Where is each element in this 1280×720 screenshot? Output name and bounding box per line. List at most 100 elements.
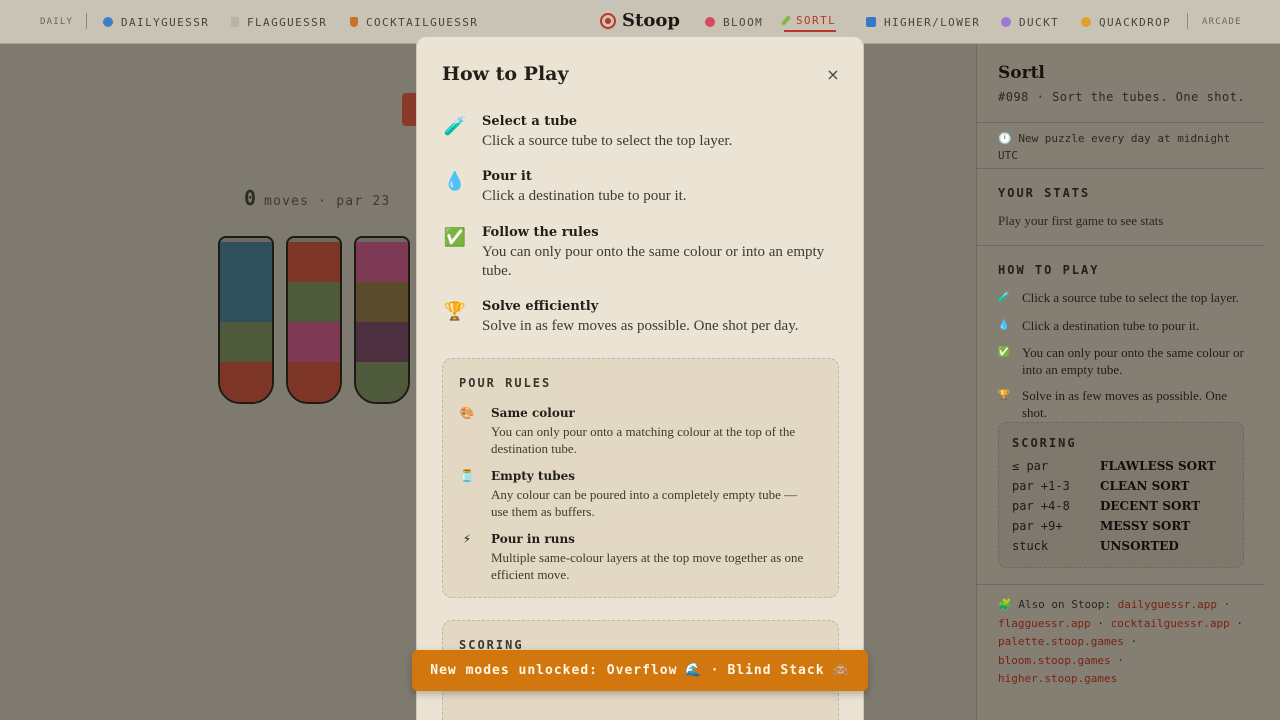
link-palette[interactable]: palette.stoop.games xyxy=(998,635,1124,648)
tube-layer xyxy=(220,282,272,322)
also-on-stoop: 🧩 Also on Stoop: dailyguessr.app · flagg… xyxy=(998,598,1244,686)
rule-title: Empty tubes xyxy=(491,469,575,483)
nav-item-flagguessr[interactable]: FLAGGUESSR xyxy=(231,14,327,30)
rule-empty-tubes: 🫙 Empty tubes Any colour can be poured i… xyxy=(459,468,813,520)
nav-item-label: HIGHER/LOWER xyxy=(884,15,981,29)
nav-item-quackdrop[interactable]: QUACKDROP xyxy=(1081,14,1171,30)
also-prefix: 🧩 Also on Stoop: xyxy=(998,598,1112,611)
tube-layer xyxy=(220,362,272,402)
nav-item-dailyguessr[interactable]: DAILYGUESSR xyxy=(103,14,209,30)
tube-layer xyxy=(356,362,408,402)
nav-item-duckt[interactable]: DUCKT xyxy=(1001,14,1059,30)
tube[interactable] xyxy=(218,236,274,404)
test-tube-icon: 🧪 xyxy=(443,115,467,137)
rule-title: Same colour xyxy=(491,406,575,420)
sidebar-note: 🕛 New puzzle every day at midnight UTC xyxy=(998,132,1231,162)
brand-logo[interactable]: Stoop xyxy=(600,10,680,31)
stats-section xyxy=(977,169,1265,246)
globe-icon xyxy=(103,17,113,27)
scoring-heading: SCORING xyxy=(1012,436,1077,450)
nav-arcade-link[interactable]: ARCADE xyxy=(1202,14,1242,30)
link-cocktailguessr[interactable]: cocktailguessr.app xyxy=(1111,617,1230,630)
flag-icon xyxy=(231,17,239,27)
scoring-value: CLEAN SORT xyxy=(1100,479,1190,493)
scoring-key: par +4-8 xyxy=(1012,499,1070,513)
wave-icon: 🌊 xyxy=(685,663,703,678)
sidebar-header xyxy=(977,44,1265,123)
link-flagguessr[interactable]: flagguessr.app xyxy=(998,617,1091,630)
link-higher[interactable]: higher.stoop.games xyxy=(998,672,1117,685)
cocktail-icon xyxy=(350,17,358,27)
trophy-icon: 🏆 xyxy=(997,389,1011,401)
duck-icon xyxy=(1001,17,1011,27)
sidebar-step-desc: You can only pour onto the same colour o… xyxy=(1022,345,1244,377)
nav-item-label: SORTL xyxy=(796,13,837,27)
sidebar: Sortl #098 · Sort the tubes. One shot. 🕛… xyxy=(976,44,1280,720)
rule-description: Any colour can be poured into a complete… xyxy=(491,487,798,519)
nav-item-sortl[interactable]: SORTL xyxy=(780,12,837,32)
banner-text-2: Blind Stack xyxy=(727,663,825,678)
step-title: Select a tube xyxy=(482,114,578,129)
sidebar-step: 🧪 Click a source tube to select the top … xyxy=(998,289,1248,306)
tube-layer xyxy=(356,282,408,322)
nav-item-bloom[interactable]: BLOOM xyxy=(705,14,763,30)
nav-item-higher-lower[interactable]: HIGHER/LOWER xyxy=(866,14,980,30)
moves-count: 0 xyxy=(244,186,257,210)
rule-title: Pour in runs xyxy=(491,532,575,546)
scoring-key: par +9+ xyxy=(1012,519,1063,533)
modal-title: How to Play xyxy=(442,63,569,85)
scoring-value: MESSY SORT xyxy=(1100,519,1191,533)
link-dailyguessr[interactable]: dailyguessr.app xyxy=(1118,598,1217,611)
nav-item-label: DAILYGUESSR xyxy=(121,15,210,29)
checkmark-icon: ✅ xyxy=(997,346,1011,358)
new-modes-banner[interactable]: New modes unlocked: Overflow 🌊 · Blind S… xyxy=(412,650,868,691)
tube-layer xyxy=(288,362,340,402)
step-title: Pour it xyxy=(482,169,532,184)
step-title: Follow the rules xyxy=(482,225,599,240)
sidebar-step: 💧 Click a destination tube to pour it. xyxy=(998,317,1248,334)
nav-daily-label: DAILY xyxy=(40,17,74,27)
nav-divider xyxy=(1187,13,1188,29)
nav-item-label: COCKTAILGUESSR xyxy=(366,15,479,29)
link-bloom[interactable]: bloom.stoop.games xyxy=(998,654,1111,667)
monkey-icon: 🙈 xyxy=(832,663,850,678)
droplet-icon: 💧 xyxy=(997,319,1011,331)
scoring-value: FLAWLESS SORT xyxy=(1100,459,1216,473)
tube-layer xyxy=(356,322,408,362)
rule-same-colour: 🎨 Same colour You can only pour onto a m… xyxy=(459,405,813,457)
nav-divider xyxy=(86,13,87,29)
droplet-icon: 💧 xyxy=(443,170,467,192)
trophy-icon: 🏆 xyxy=(443,300,467,322)
stats-text: Play your first game to see stats xyxy=(998,213,1164,228)
tube-layer xyxy=(356,242,408,282)
tube-layer xyxy=(220,322,272,362)
pour-rules-heading: POUR RULES xyxy=(459,376,552,390)
scoring-key: par +1-3 xyxy=(1012,479,1070,493)
test-tube-icon: 🧪 xyxy=(997,291,1011,303)
sidebar-title: Sortl xyxy=(998,63,1045,83)
sidebar-scoring-box: SCORING ≤ par FLAWLESS SORT par +1-3 CLE… xyxy=(998,422,1244,568)
flower-icon xyxy=(705,17,715,27)
pour-rules-box: POUR RULES 🎨 Same colour You can only po… xyxy=(442,358,839,598)
scoring-row: par +1-3 CLEAN SORT xyxy=(1012,479,1189,493)
moves-par: moves · par 23 xyxy=(264,194,391,209)
moves-counter: 0 moves · par 23 xyxy=(244,186,390,210)
nav-item-label: BLOOM xyxy=(723,15,764,29)
nav-item-cocktailguessr[interactable]: COCKTAILGUESSR xyxy=(350,14,478,30)
sidebar-step-desc: Click a destination tube to pour it. xyxy=(1022,318,1200,333)
tube[interactable] xyxy=(354,236,410,404)
scoring-row: par +4-8 DECENT SORT xyxy=(1012,499,1200,513)
tube-layer xyxy=(288,242,340,282)
arrows-icon xyxy=(866,17,876,27)
close-button[interactable]: × xyxy=(825,67,841,83)
how-heading: HOW TO PLAY xyxy=(998,263,1100,277)
sidebar-step-desc: Solve in as few moves as possible. One s… xyxy=(1022,388,1228,420)
scoring-value: DECENT SORT xyxy=(1100,499,1201,513)
how-to-play-modal: How to Play × 🧪 Select a tube Click a so… xyxy=(416,36,864,720)
rule-description: You can only pour onto a matching colour… xyxy=(491,424,796,456)
scoring-key: ≤ par xyxy=(1012,459,1049,473)
brand-name: Stoop xyxy=(622,10,680,31)
stoop-logo-icon xyxy=(600,12,616,29)
tube[interactable] xyxy=(286,236,342,404)
scoring-row: par +9+ MESSY SORT xyxy=(1012,519,1190,533)
